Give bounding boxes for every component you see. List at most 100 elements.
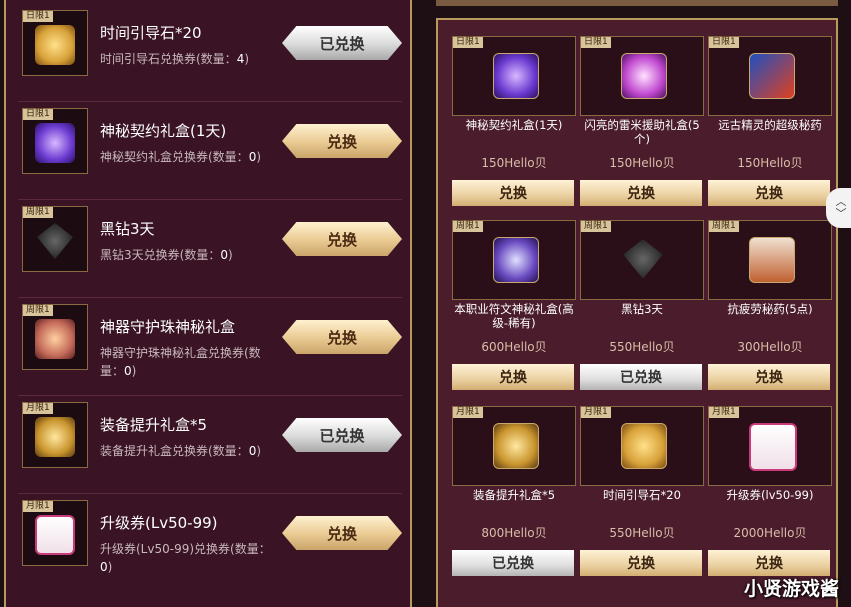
limit-tag: 日限1 xyxy=(581,37,611,48)
limit-tag: 周限1 xyxy=(23,305,53,316)
exchange-button[interactable]: 兑换 xyxy=(708,550,830,576)
shop-item: 月限1 升级券(lv50-99) 2000Hello贝 兑换 xyxy=(708,406,832,584)
black-diamond-icon xyxy=(37,223,73,259)
item-desc: 神秘契约礼盒兑换券(数量：0) xyxy=(100,150,262,164)
item-frame: 周限1 xyxy=(22,206,88,272)
item-name: 黑钻3天 xyxy=(621,302,663,316)
exp-potion-icon xyxy=(749,53,795,99)
item-desc: 装备提升礼盒兑换券(数量：0) xyxy=(100,444,262,458)
exchange-list-panel: 日限1 时间引导石*20 时间引导石兑换券(数量：4) 已兑换 日限1 神秘契约… xyxy=(4,0,412,607)
item-frame: 日限1 xyxy=(22,10,88,76)
item-frame: 日限1 xyxy=(22,108,88,174)
item-name: 远古精灵的超级秘药 xyxy=(718,118,822,132)
shop-grid-panel: 日限1 神秘契约礼盒(1天) 150Hello贝 兑换 日限1 闪亮的雷米援助礼… xyxy=(436,18,838,607)
guard-orb-box-icon xyxy=(35,319,75,359)
limit-tag: 日限1 xyxy=(23,11,53,22)
item-frame: 日限1 xyxy=(580,36,704,116)
exchange-row: 月限1 装备提升礼盒*5 装备提升礼盒兑换券(数量：0) 已兑换 xyxy=(18,398,402,494)
item-price: 300Hello贝 xyxy=(737,340,803,354)
item-price: 150Hello贝 xyxy=(481,156,547,170)
level-ticket-icon xyxy=(35,515,75,555)
item-name: 装备提升礼盒*5 xyxy=(472,488,556,502)
shop-item: 周限1 黑钻3天 550Hello贝 已兑换 xyxy=(580,220,704,398)
exchange-row: 日限1 时间引导石*20 时间引导石兑换券(数量：4) 已兑换 xyxy=(18,6,402,102)
item-name: 抗疲劳秘药(5点) xyxy=(727,302,813,316)
item-frame: 月限1 xyxy=(452,406,576,486)
shop-item: 月限1 时间引导石*20 550Hello贝 兑换 xyxy=(580,406,704,584)
item-title: 黑钻3天 xyxy=(100,220,155,238)
item-name: 闪亮的雷米援助礼盒(5个) xyxy=(584,118,700,146)
exchange-button[interactable]: 兑换 xyxy=(282,516,402,550)
purple-bag-icon xyxy=(493,53,539,99)
exchange-button[interactable]: 兑换 xyxy=(708,364,830,390)
exchange-button[interactable]: 兑换 xyxy=(452,364,574,390)
item-name: 升级券(lv50-99) xyxy=(726,488,814,502)
item-frame: 周限1 xyxy=(452,220,576,300)
limit-tag: 日限1 xyxy=(23,109,53,120)
item-title: 升级券(Lv50-99) xyxy=(100,514,218,532)
limit-tag: 月限1 xyxy=(453,407,483,418)
exchange-button[interactable]: 兑换 xyxy=(282,222,402,256)
item-frame: 月限1 xyxy=(580,406,704,486)
exchange-button[interactable]: 兑换 xyxy=(282,124,402,158)
limit-tag: 月限1 xyxy=(581,407,611,418)
redeemed-button[interactable]: 已兑换 xyxy=(282,26,402,60)
shop-item: 周限1 本职业符文神秘礼盒(高级-稀有) 600Hello贝 兑换 xyxy=(452,220,576,398)
item-title: 神器守护珠神秘礼盒 xyxy=(100,318,236,336)
item-desc: 神器守护珠神秘礼盒兑换券(数量：0) xyxy=(100,346,261,378)
exchange-row: 周限1 黑钻3天 黑钻3天兑换券(数量：0) 兑换 xyxy=(18,202,402,298)
watermark-text: 小贤游戏酱 xyxy=(743,578,839,600)
chevron-down-icon[interactable]: ﹀ xyxy=(836,208,847,220)
limit-tag: 周限1 xyxy=(581,221,611,232)
exchange-button[interactable]: 兑换 xyxy=(580,180,702,206)
shop-item: 月限1 装备提升礼盒*5 800Hello贝 已兑换 xyxy=(452,406,576,584)
redeemed-button[interactable]: 已兑换 xyxy=(282,418,402,452)
item-price: 600Hello贝 xyxy=(481,340,547,354)
exchange-button[interactable]: 兑换 xyxy=(452,180,574,206)
item-price: 150Hello贝 xyxy=(609,156,675,170)
item-price: 550Hello贝 xyxy=(609,526,675,540)
item-name: 神秘契约礼盒(1天) xyxy=(465,118,563,132)
limit-tag: 日限1 xyxy=(709,37,739,48)
item-frame: 日限1 xyxy=(708,36,832,116)
upgrade-box-icon xyxy=(493,423,539,469)
panel-top-border xyxy=(436,0,838,6)
item-price: 550Hello贝 xyxy=(609,340,675,354)
limit-tag: 周限1 xyxy=(453,221,483,232)
limit-tag: 月限1 xyxy=(23,403,53,414)
rune-box-icon xyxy=(493,237,539,283)
scroll-control[interactable]: ︿ ﹀ xyxy=(826,188,851,228)
item-price: 150Hello贝 xyxy=(737,156,803,170)
item-frame: 日限1 xyxy=(452,36,576,116)
item-price: 800Hello贝 xyxy=(481,526,547,540)
gold-chest-icon xyxy=(35,25,75,65)
item-title: 装备提升礼盒*5 xyxy=(100,416,208,434)
exchange-row: 日限1 神秘契约礼盒(1天) 神秘契约礼盒兑换券(数量：0) 兑换 xyxy=(18,104,402,200)
remy-gift-icon xyxy=(621,53,667,99)
limit-tag: 日限1 xyxy=(453,37,483,48)
exchange-row: 月限1 升级券(Lv50-99) 升级券(Lv50-99)兑换券(数量：0) 兑… xyxy=(18,496,402,592)
redeemed-button[interactable]: 已兑换 xyxy=(452,550,574,576)
fatigue-potion-icon xyxy=(749,237,795,283)
item-frame: 月限1 xyxy=(708,406,832,486)
limit-tag: 月限1 xyxy=(23,501,53,512)
upgrade-box-icon xyxy=(35,417,75,457)
item-frame: 月限1 xyxy=(22,500,88,566)
item-name: 本职业符文神秘礼盒(高级-稀有) xyxy=(454,302,574,330)
item-price: 2000Hello贝 xyxy=(733,526,807,540)
purple-bag-icon xyxy=(35,123,75,163)
redeemed-button[interactable]: 已兑换 xyxy=(580,364,702,390)
item-name: 时间引导石*20 xyxy=(603,488,681,502)
item-title: 时间引导石*20 xyxy=(100,24,202,42)
limit-tag: 月限1 xyxy=(709,407,739,418)
exchange-button[interactable]: 兑换 xyxy=(708,180,830,206)
exchange-button[interactable]: 兑换 xyxy=(282,320,402,354)
shop-item: 日限1 神秘契约礼盒(1天) 150Hello贝 兑换 xyxy=(452,36,576,214)
item-desc: 时间引导石兑换券(数量：4) xyxy=(100,52,250,66)
exchange-button[interactable]: 兑换 xyxy=(580,550,702,576)
shop-item: 日限1 远古精灵的超级秘药 150Hello贝 兑换 xyxy=(708,36,832,214)
gold-chest-icon xyxy=(621,423,667,469)
item-frame: 月限1 xyxy=(22,402,88,468)
item-frame: 周限1 xyxy=(580,220,704,300)
item-frame: 周限1 xyxy=(22,304,88,370)
